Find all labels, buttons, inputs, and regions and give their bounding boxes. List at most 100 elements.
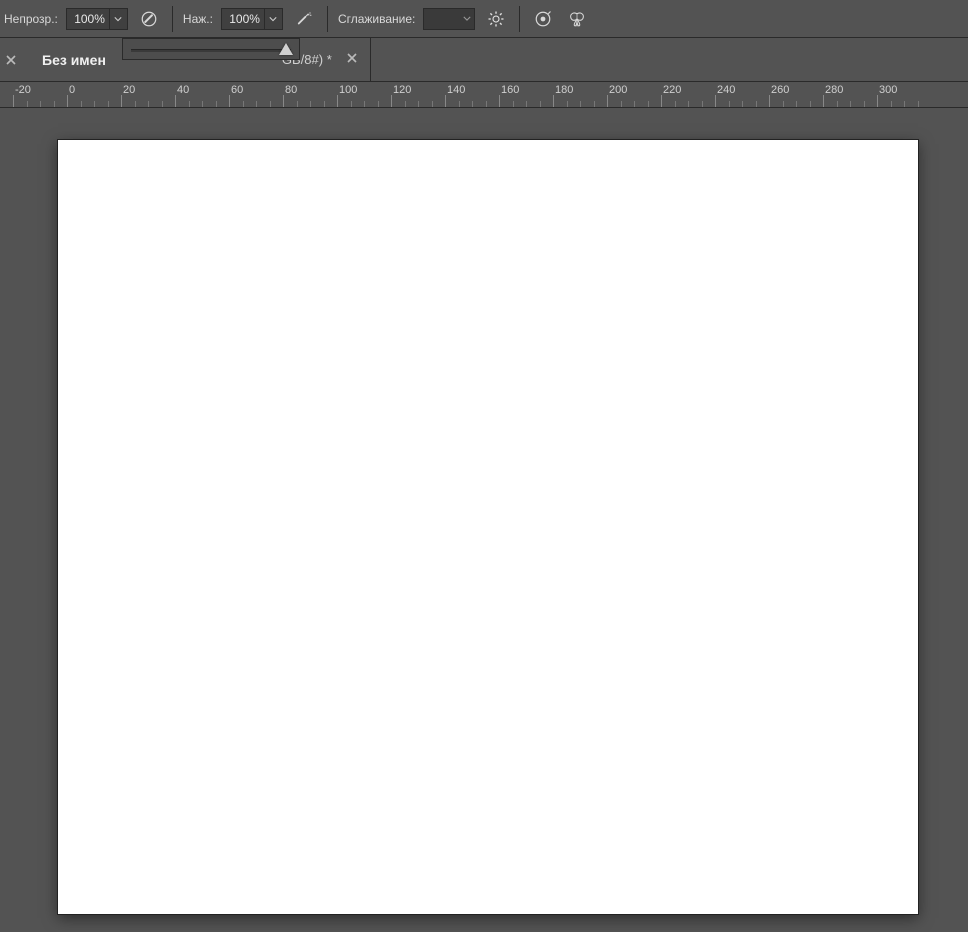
ruler-tick-minor	[648, 101, 649, 107]
ruler-tick-minor	[108, 101, 109, 107]
ruler-tick-minor	[459, 101, 460, 107]
ruler-tick	[877, 95, 878, 107]
pressure-size-icon[interactable]	[530, 6, 556, 32]
opacity-value: 100%	[67, 12, 109, 26]
ruler-tick-minor	[472, 101, 473, 107]
ruler-tick-minor	[580, 101, 581, 107]
ruler-tick	[229, 95, 230, 107]
ruler-number: 280	[825, 84, 843, 96]
ruler-tick	[769, 95, 770, 107]
ruler-tick	[823, 95, 824, 107]
ruler-tick-minor	[486, 101, 487, 107]
ruler-tick-minor	[378, 101, 379, 107]
ruler-tick-minor	[837, 101, 838, 107]
ruler-tick	[607, 95, 608, 107]
ruler-tick-minor	[864, 101, 865, 107]
ruler-tick-minor	[783, 101, 784, 107]
ruler-tick-minor	[796, 101, 797, 107]
flow-input[interactable]: 100%	[221, 8, 283, 30]
ruler-tick-minor	[526, 101, 527, 107]
ruler-tick	[337, 95, 338, 107]
opacity-label: Непрозр.:	[4, 12, 58, 26]
ruler-tick-minor	[216, 101, 217, 107]
chevron-down-icon[interactable]	[264, 9, 282, 29]
ruler-tick	[283, 95, 284, 107]
gear-icon[interactable]	[483, 6, 509, 32]
ruler-tick-minor	[189, 101, 190, 107]
ruler-tick-minor	[364, 101, 365, 107]
ruler-tick-minor	[634, 101, 635, 107]
ruler-tick-minor	[810, 101, 811, 107]
airbrush-icon[interactable]	[291, 6, 317, 32]
ruler-tick-minor	[432, 101, 433, 107]
ruler-tick-minor	[702, 101, 703, 107]
ruler-number: 220	[663, 84, 681, 96]
ruler-tick-minor	[540, 101, 541, 107]
ruler-tick	[13, 95, 14, 107]
symmetry-butterfly-icon[interactable]	[564, 6, 590, 32]
chevron-down-icon[interactable]	[460, 9, 474, 29]
ruler-number: 60	[231, 84, 243, 96]
separator	[519, 6, 520, 32]
ruler-tick-minor	[675, 101, 676, 107]
flow-label: Наж.:	[183, 12, 213, 26]
separator	[327, 6, 328, 32]
flow-value: 100%	[222, 12, 264, 26]
ruler-tick-minor	[297, 101, 298, 107]
ruler-tick-minor	[918, 101, 919, 107]
ruler-tick-minor	[621, 101, 622, 107]
close-all-icon[interactable]	[0, 38, 22, 81]
ruler-number: 180	[555, 84, 573, 96]
slider-track[interactable]	[131, 49, 291, 52]
opacity-input[interactable]: 100%	[66, 8, 128, 30]
ruler-tick-minor	[27, 101, 28, 107]
ruler-number: 300	[879, 84, 897, 96]
ruler-tick	[121, 95, 122, 107]
ruler-tick	[391, 95, 392, 107]
close-icon[interactable]	[346, 52, 358, 67]
ruler-tick-minor	[891, 101, 892, 107]
chevron-down-icon[interactable]	[109, 9, 127, 29]
ruler-tick-minor	[135, 101, 136, 107]
ruler-tick-minor	[904, 101, 905, 107]
ruler-tick-minor	[418, 101, 419, 107]
ruler-tick-minor	[405, 101, 406, 107]
opacity-slider-popover[interactable]	[122, 38, 300, 60]
ruler-tick-minor	[513, 101, 514, 107]
ruler-tick-minor	[729, 101, 730, 107]
ruler-tick-minor	[40, 101, 41, 107]
ruler-tick-minor	[742, 101, 743, 107]
ruler-number: 100	[339, 84, 357, 96]
ruler-tick-minor	[162, 101, 163, 107]
ruler-tick	[67, 95, 68, 107]
slider-thumb-icon[interactable]	[279, 43, 293, 55]
ruler-number: 240	[717, 84, 735, 96]
pressure-opacity-icon[interactable]	[136, 6, 162, 32]
ruler-tick-minor	[94, 101, 95, 107]
ruler-number: 20	[123, 84, 135, 96]
smoothing-input[interactable]	[423, 8, 475, 30]
ruler-tick	[175, 95, 176, 107]
ruler-tick-minor	[310, 101, 311, 107]
options-bar: Непрозр.: 100% Наж.: 100% Сглаживание:	[0, 0, 968, 38]
horizontal-ruler[interactable]: -200204060801001201401601802002202402602…	[0, 82, 968, 108]
ruler-tick-minor	[850, 101, 851, 107]
ruler-number: -20	[15, 84, 31, 96]
ruler-tick	[553, 95, 554, 107]
ruler-tick	[445, 95, 446, 107]
canvas[interactable]	[58, 140, 918, 914]
ruler-tick-minor	[243, 101, 244, 107]
ruler-tick-minor	[688, 101, 689, 107]
ruler-tick-minor	[81, 101, 82, 107]
ruler-tick-minor	[202, 101, 203, 107]
ruler-number: 80	[285, 84, 297, 96]
ruler-tick-minor	[54, 101, 55, 107]
separator	[172, 6, 173, 32]
ruler-tick	[499, 95, 500, 107]
ruler-number: 140	[447, 84, 465, 96]
ruler-tick-minor	[148, 101, 149, 107]
ruler-number: 260	[771, 84, 789, 96]
ruler-tick-minor	[324, 101, 325, 107]
ruler-tick-minor	[756, 101, 757, 107]
ruler-tick-minor	[567, 101, 568, 107]
